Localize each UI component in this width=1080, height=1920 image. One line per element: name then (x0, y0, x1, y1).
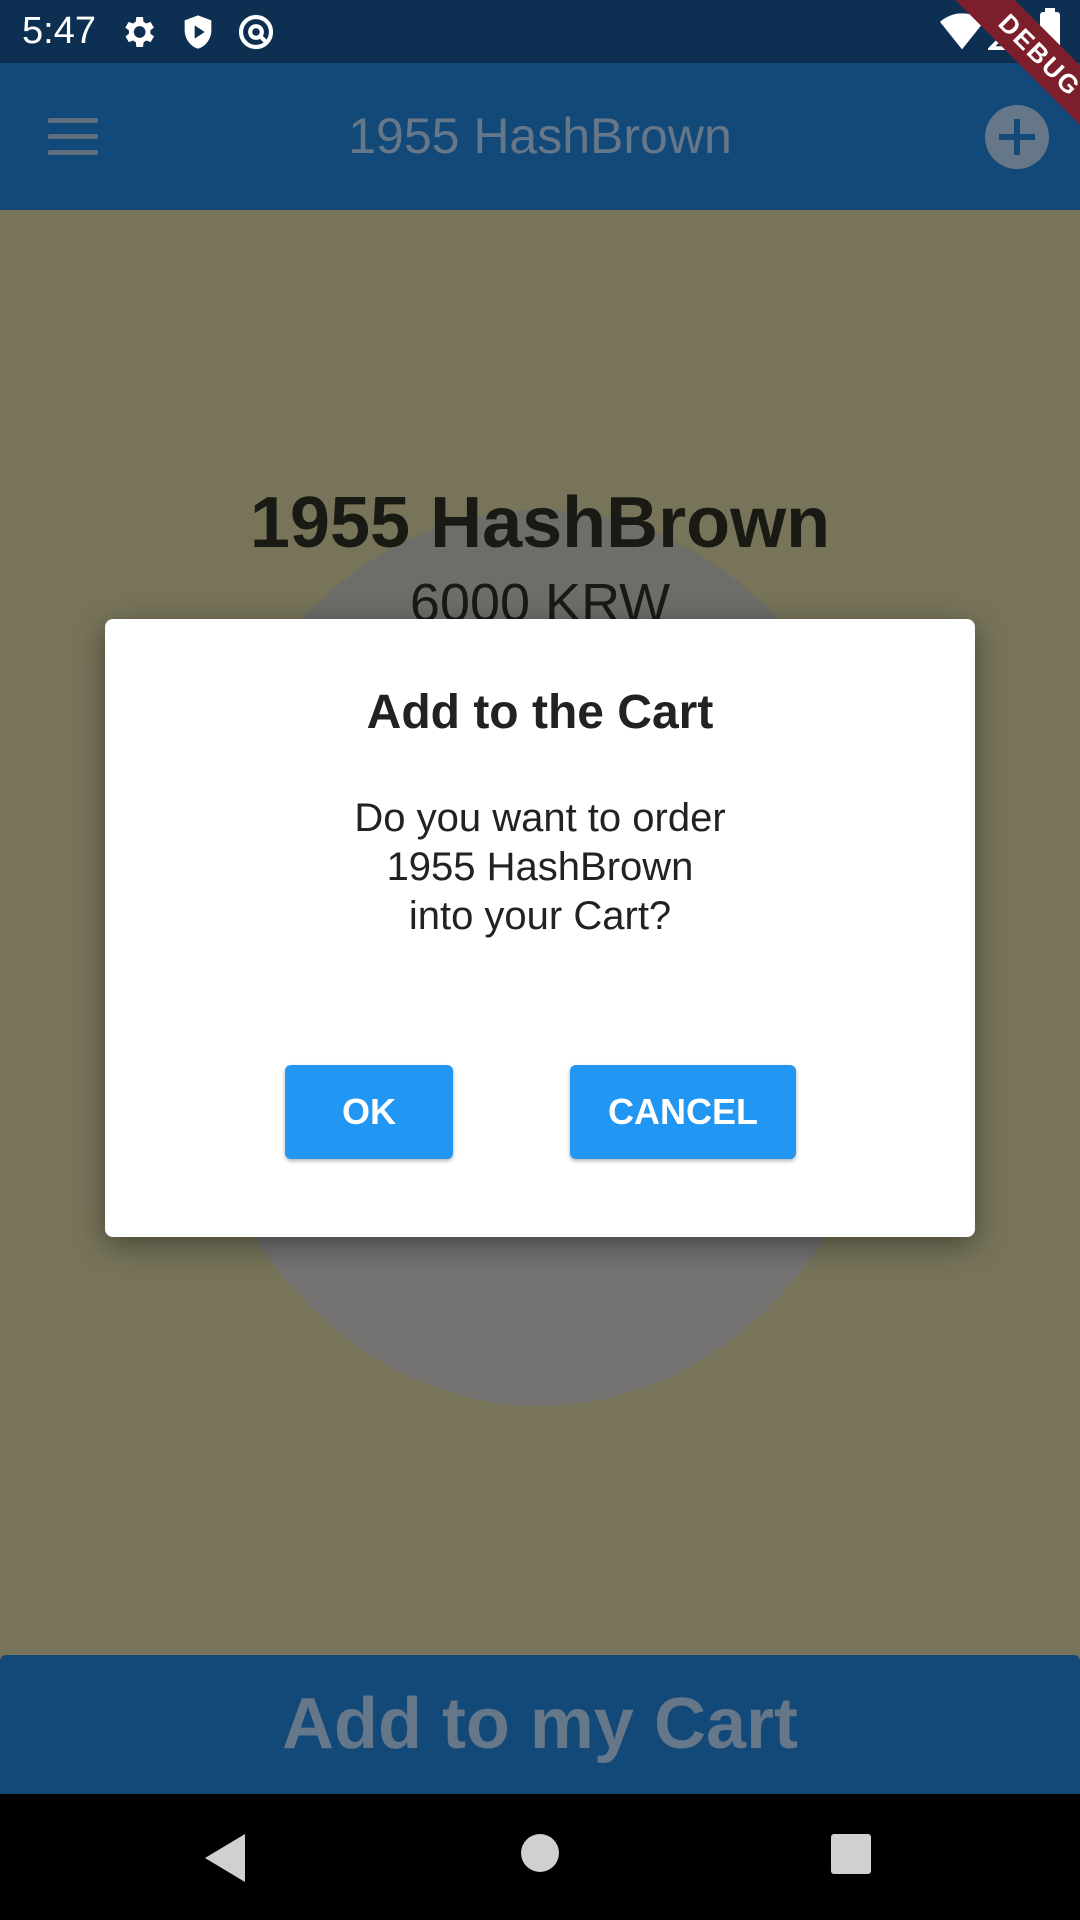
recents-icon[interactable] (831, 1834, 871, 1874)
dialog-message-line: into your Cart? (408, 894, 672, 938)
shield-icon (184, 15, 212, 49)
gear-icon (125, 17, 154, 47)
cancel-button[interactable]: CANCEL (570, 1065, 796, 1159)
at-icon (238, 14, 274, 50)
dialog-message-line: Do you want to order (354, 796, 726, 840)
home-icon[interactable] (521, 1834, 559, 1872)
app-title: 1955 HashBrown (348, 108, 732, 164)
add-to-cart-dialog: Add to the Cart Do you want to order 195… (105, 619, 975, 1237)
add-to-cart-button[interactable]: Add to my Cart (0, 1655, 1080, 1794)
dialog-message-line: 1955 HashBrown (386, 845, 694, 889)
back-icon[interactable] (205, 1834, 245, 1882)
status-bar: 5:47 (0, 0, 1080, 63)
status-time: 5:47 (22, 10, 96, 52)
add-circle-icon[interactable] (985, 105, 1049, 169)
dialog-message: Do you want to order 1955 HashBrown into… (105, 794, 975, 941)
dialog-title: Add to the Cart (366, 686, 714, 739)
app-bar: 1955 HashBrown (0, 63, 1080, 210)
product-name: 1955 HashBrown (249, 483, 831, 563)
navigation-bar (0, 1794, 1080, 1920)
ok-button[interactable]: OK (285, 1065, 453, 1159)
